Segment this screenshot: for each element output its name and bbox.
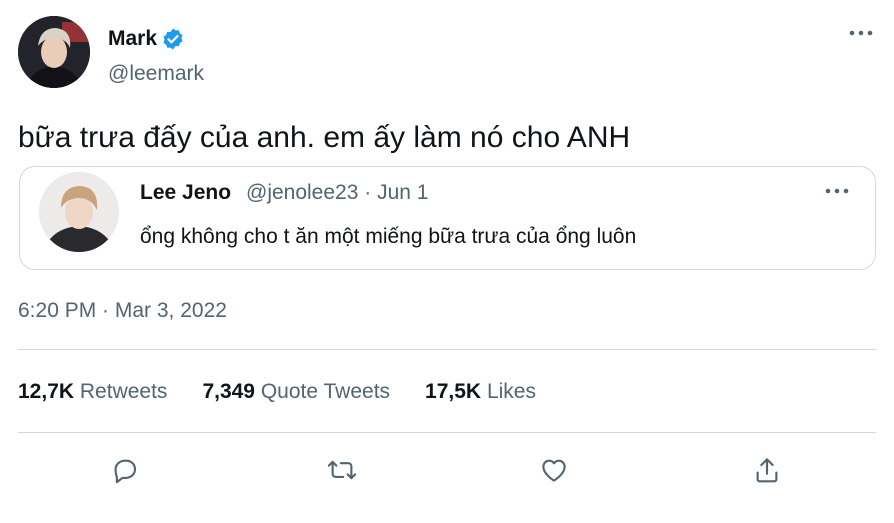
likes-stat[interactable]: 17,5K Likes bbox=[425, 380, 536, 404]
heart-icon bbox=[542, 459, 566, 482]
tweet-timestamp[interactable]: 6:20 PM · Mar 3, 2022 bbox=[18, 299, 227, 323]
likes-label: Likes bbox=[486, 380, 536, 403]
reply-button[interactable] bbox=[108, 453, 142, 487]
author-handle[interactable]: @leemark bbox=[108, 62, 204, 86]
tweet-text: bữa trưa đấy của anh. em ấy làm nó cho A… bbox=[18, 121, 631, 154]
author-name[interactable]: Mark bbox=[108, 27, 185, 51]
reply-icon bbox=[114, 459, 137, 484]
author-avatar[interactable] bbox=[18, 16, 90, 88]
quoted-more-options-icon[interactable] bbox=[822, 181, 852, 201]
quoted-tweet-text: ổng không cho t ăn một miếng bữa trưa củ… bbox=[140, 225, 637, 248]
retweet-button[interactable] bbox=[325, 453, 359, 487]
quote-tweets-stat[interactable]: 7,349 Quote Tweets bbox=[202, 380, 390, 404]
more-options-icon[interactable] bbox=[846, 23, 876, 43]
retweet-icon bbox=[327, 460, 357, 480]
author-name-text: Mark bbox=[108, 27, 158, 50]
quoted-author-avatar[interactable] bbox=[39, 172, 119, 252]
verified-badge-icon bbox=[161, 27, 185, 51]
like-button[interactable] bbox=[537, 453, 571, 487]
share-icon bbox=[756, 458, 778, 483]
share-button[interactable] bbox=[750, 453, 784, 487]
divider bbox=[18, 349, 876, 350]
retweets-stat[interactable]: 12,7K Retweets bbox=[18, 380, 167, 404]
quoted-author-name[interactable]: Lee Jeno bbox=[140, 181, 231, 205]
quote-tweets-label: Quote Tweets bbox=[260, 380, 391, 403]
quoted-author-handle-date[interactable]: @jenolee23 · Jun 1 bbox=[246, 181, 428, 205]
likes-count: 17,5K bbox=[425, 380, 482, 403]
retweets-count: 12,7K bbox=[18, 380, 75, 403]
divider bbox=[18, 432, 876, 433]
retweets-label: Retweets bbox=[79, 380, 168, 403]
quote-tweets-count: 7,349 bbox=[202, 380, 255, 403]
engagement-stats: 12,7K Retweets 7,349 Quote Tweets 17,5K … bbox=[18, 380, 571, 404]
